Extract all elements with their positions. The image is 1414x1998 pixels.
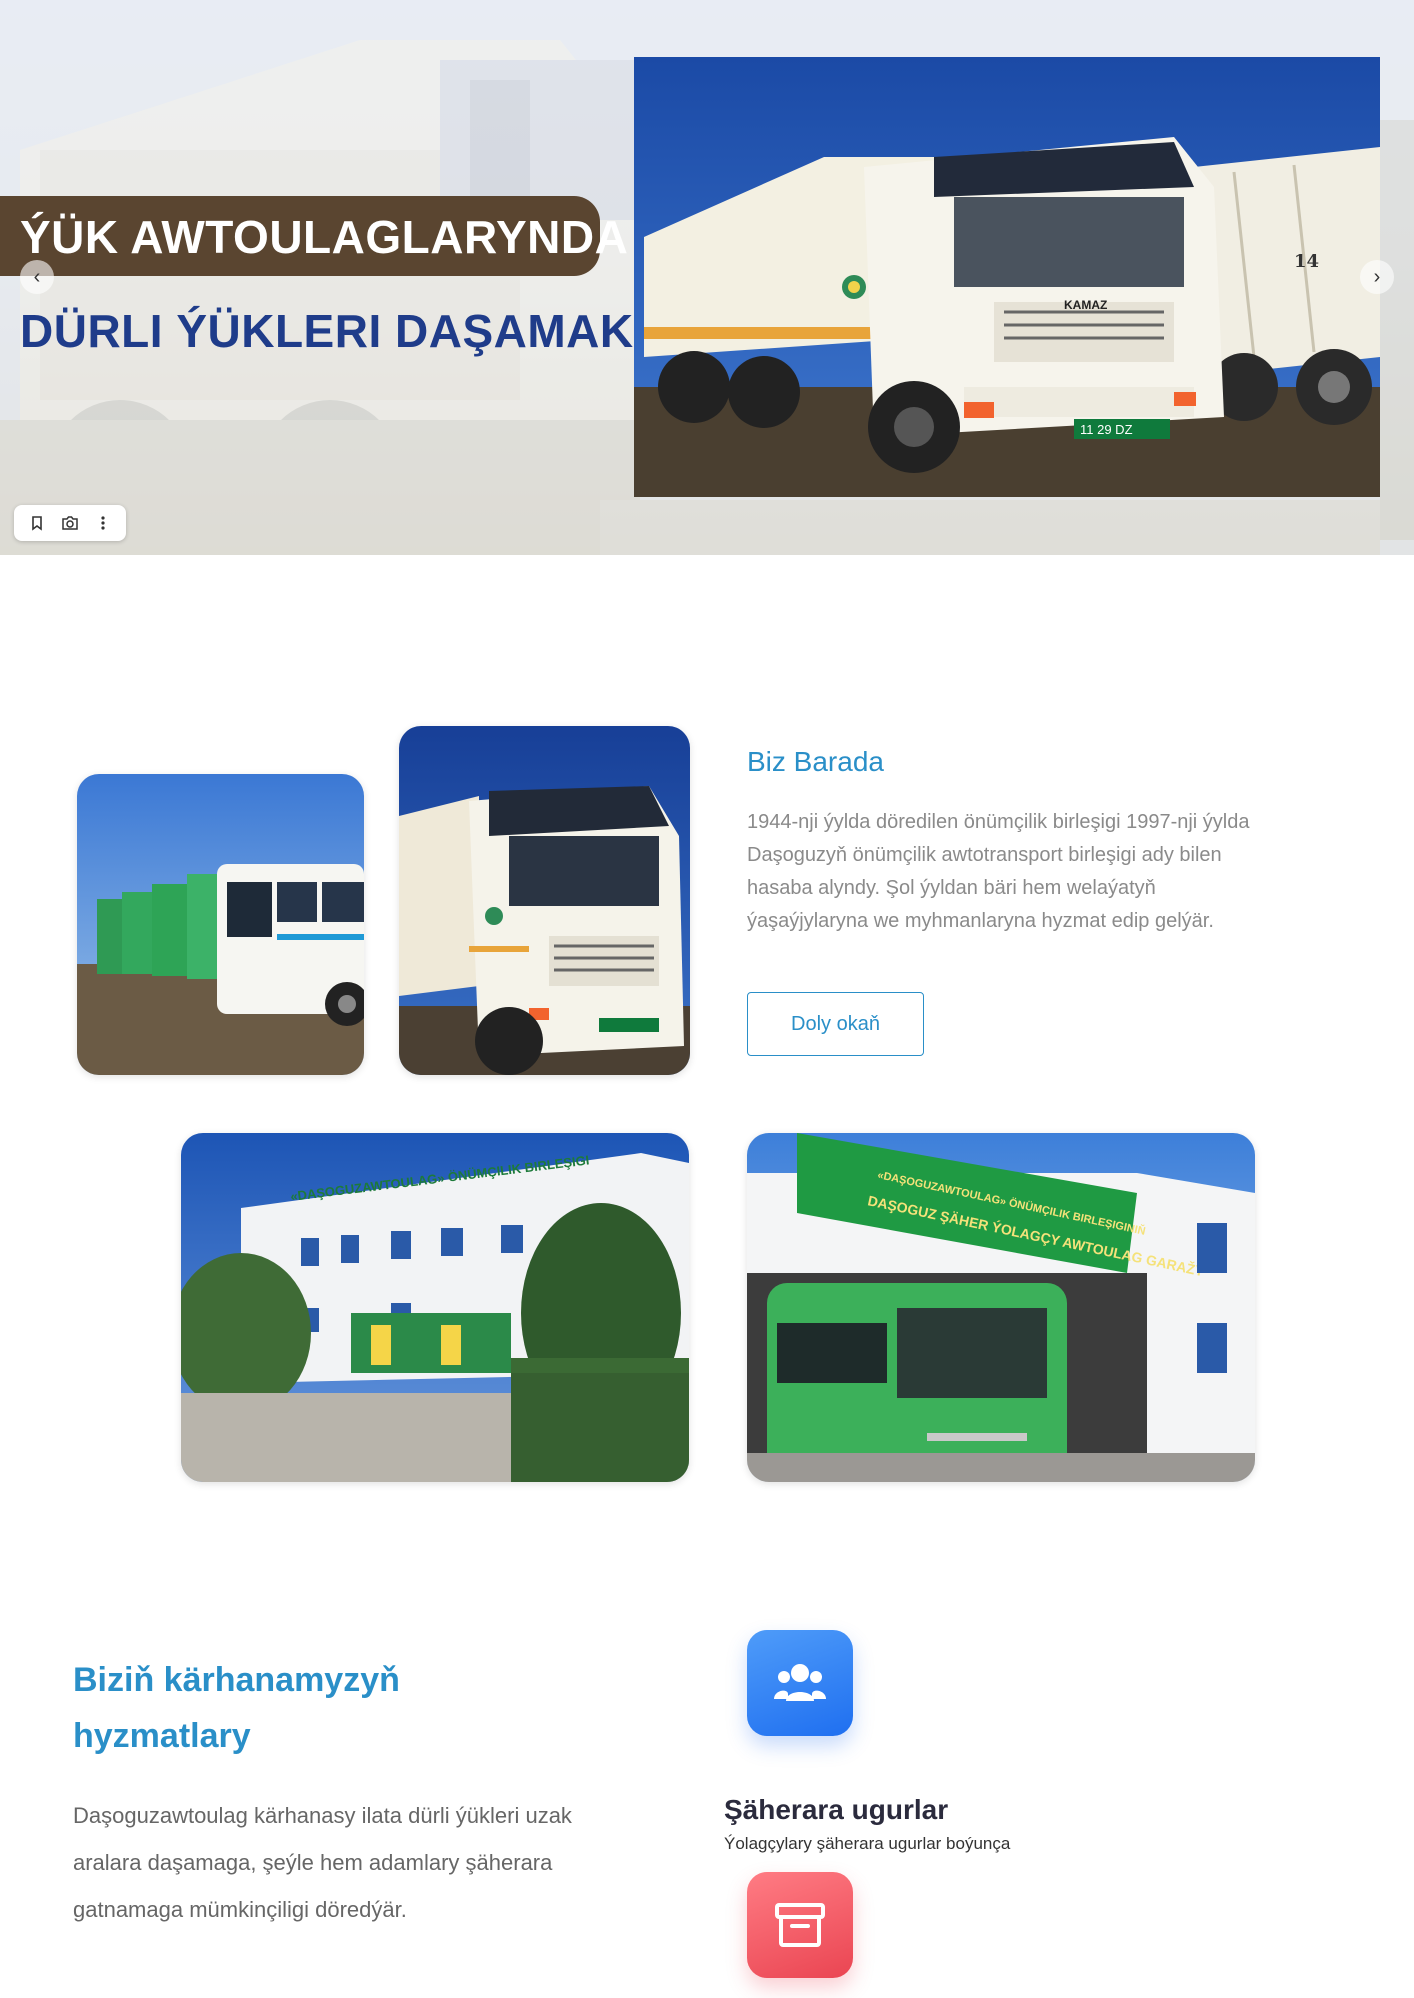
carousel-prev-button[interactable]: ‹	[20, 260, 54, 294]
about-title: Biz Barada	[747, 746, 884, 777]
side-number: 14	[1294, 251, 1319, 272]
about-text: 1944-nji ýylda döredilen önümçilik birle…	[747, 811, 1250, 932]
hero-subheadline: DÜRLI ÝÜKLERI DAŞAMAK	[20, 305, 634, 357]
more-vertical-icon	[101, 516, 105, 530]
bookmark-button[interactable]	[24, 510, 50, 536]
truck-brand: KAMAZ	[1064, 298, 1107, 312]
carousel-next-button[interactable]: ›	[1360, 260, 1394, 294]
buses-photo	[77, 774, 364, 1075]
truck-photo	[399, 726, 690, 1075]
camera-button[interactable]	[57, 510, 83, 536]
chevron-right-icon: ›	[1373, 265, 1381, 288]
license-plate: 11 29 DZ	[1080, 422, 1133, 437]
bus-garage-photo: «DAŞOGUZAWTOULAG» ÖNÜMÇILIK BIRLEŞIGINIŇ…	[747, 1133, 1255, 1482]
more-options-button[interactable]	[90, 510, 116, 536]
service-users-button[interactable]	[747, 1630, 853, 1736]
users-icon	[774, 1664, 826, 1701]
service-title: Şäherara ugurlar	[724, 1794, 949, 1825]
chevron-left-icon: ‹	[33, 265, 41, 288]
services-text: Daşoguzawtoulag kärhanasy ilata dürli ýü…	[73, 1803, 572, 1922]
office-building-photo: «DAŞOGUZAWTOULAG» ÖNÜMÇILIK BIRLEŞIGI	[181, 1133, 689, 1482]
services-title: Biziň kärhanamyzyň hyzmatlary	[73, 1661, 400, 1755]
camera-icon	[62, 516, 78, 530]
hero-headline: ÝÜK AWTOULAGLARYNDA	[20, 211, 629, 263]
image-toolbar	[14, 505, 126, 541]
service-description: Ýolagçylary şäherara ugurlar boýunça	[724, 1834, 1011, 1853]
read-more-button[interactable]: Doly okaň	[747, 992, 924, 1056]
hero-slider: ÝÜK AWTOULAGLARYNDA DÜRLI ÝÜKLERI DAŞAMA…	[0, 0, 1414, 555]
archive-icon	[775, 1903, 825, 1947]
service-archive-button[interactable]	[747, 1872, 853, 1978]
hero-truck-photo: 14 KAMAZ 11 29 DZ	[634, 57, 1380, 497]
bookmark-icon	[31, 516, 42, 531]
